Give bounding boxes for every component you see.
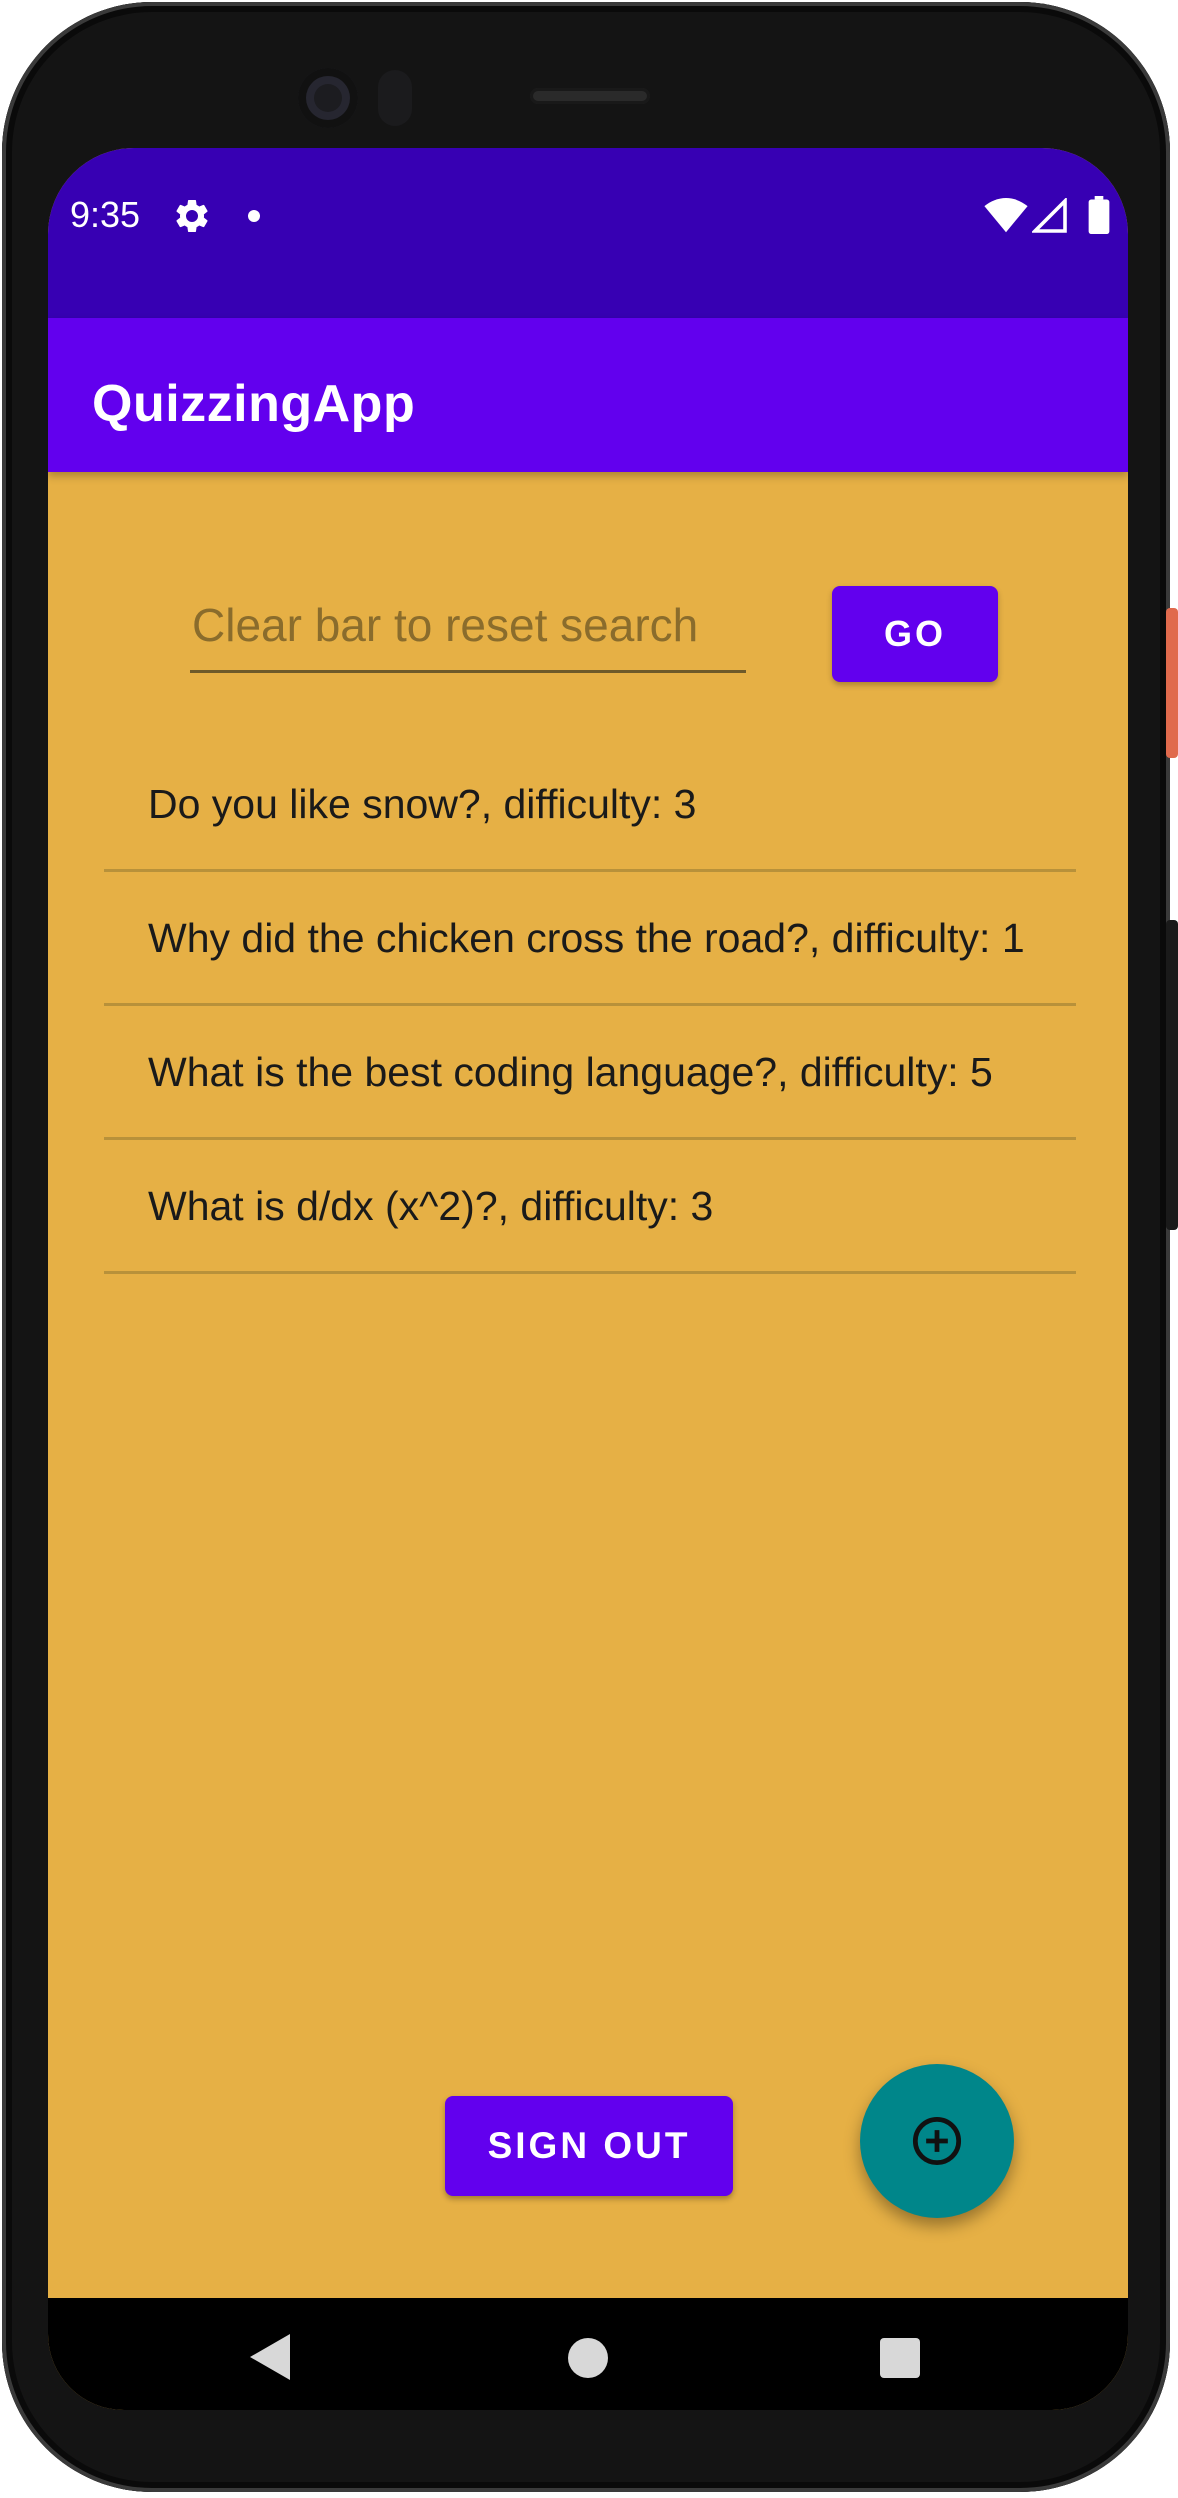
wifi-icon	[984, 198, 1028, 233]
app-title: QuizzingApp	[92, 375, 416, 433]
screen: 9:35 QuizzingApp GO	[48, 148, 1128, 2410]
status-bar: 9:35	[48, 148, 1128, 318]
list-item[interactable]: What is the best coding language?, diffi…	[104, 1006, 1076, 1140]
home-icon[interactable]	[568, 2338, 608, 2378]
recents-icon[interactable]	[880, 2338, 920, 2378]
power-button	[1166, 608, 1178, 758]
volume-button	[1166, 920, 1178, 1230]
add-circle-icon	[912, 2116, 962, 2166]
go-button[interactable]: GO	[832, 586, 998, 682]
battery-icon	[1088, 196, 1110, 234]
status-time: 9:35	[70, 194, 141, 235]
question-list: Do you like snow?, difficulty: 3 Why did…	[104, 738, 1076, 1274]
list-item[interactable]: What is d/dx (x^2)?, difficulty: 3	[104, 1140, 1076, 1274]
question-text: Do you like snow?, difficulty: 3	[148, 780, 697, 827]
add-question-fab[interactable]	[860, 2064, 1014, 2218]
front-camera	[298, 68, 358, 128]
back-icon[interactable]	[250, 2334, 290, 2380]
question-text: What is the best coding language?, diffi…	[148, 1048, 993, 1095]
gear-icon	[176, 199, 208, 232]
notification-dot-icon	[248, 210, 260, 222]
search-field	[190, 578, 750, 673]
sign-out-button[interactable]: SIGN OUT	[445, 2096, 733, 2196]
phone-frame: 9:35 QuizzingApp GO	[2, 2, 1170, 2492]
question-text: What is d/dx (x^2)?, difficulty: 3	[148, 1182, 714, 1229]
question-text: Why did the chicken cross the road?, dif…	[148, 914, 1025, 961]
search-input[interactable]	[190, 592, 750, 658]
cell-signal-icon	[1032, 198, 1067, 233]
earpiece-speaker	[530, 88, 650, 104]
navigation-bar	[48, 2298, 1128, 2410]
list-item[interactable]: Do you like snow?, difficulty: 3	[104, 738, 1076, 872]
proximity-sensor	[378, 70, 412, 126]
app-bar: QuizzingApp	[48, 318, 1128, 472]
list-item[interactable]: Why did the chicken cross the road?, dif…	[104, 872, 1076, 1006]
